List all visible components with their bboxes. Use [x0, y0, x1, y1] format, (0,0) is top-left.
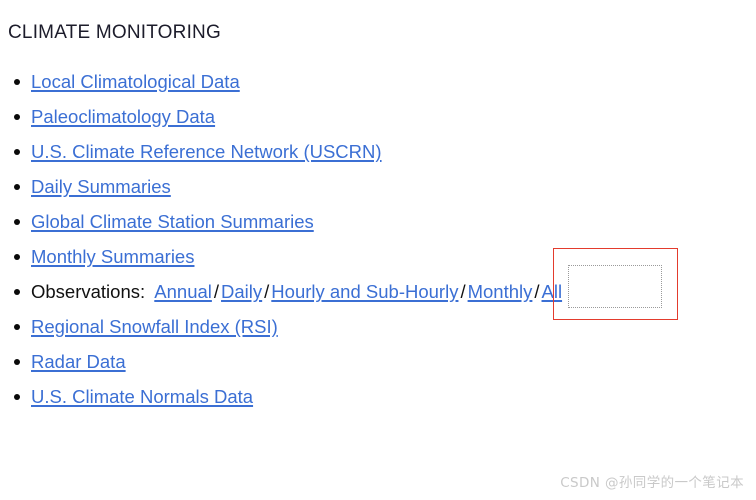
link-us-climate-reference-network[interactable]: U.S. Climate Reference Network (USCRN): [31, 141, 382, 162]
list-item: Global Climate Station Summaries: [0, 204, 756, 239]
link-us-climate-normals-data[interactable]: U.S. Climate Normals Data: [31, 386, 253, 407]
link-observations-daily[interactable]: Daily: [221, 281, 262, 302]
separator-slash: /: [213, 281, 220, 302]
list-item: Paleoclimatology Data: [0, 99, 756, 134]
bullet-icon: [14, 324, 20, 330]
link-monthly-summaries[interactable]: Monthly Summaries: [31, 246, 194, 267]
separator-slash: /: [264, 281, 270, 302]
bullet-icon: [14, 219, 20, 225]
link-observations-hourly-and-sub-hourly[interactable]: Hourly and Sub-Hourly: [271, 281, 458, 302]
list-item: Regional Snowfall Index (RSI): [0, 309, 756, 344]
link-observations-all[interactable]: All: [542, 281, 563, 302]
bullet-icon: [14, 184, 20, 190]
list-item: Local Climatological Data: [0, 64, 756, 99]
bullet-icon: [14, 79, 20, 85]
link-radar-data[interactable]: Radar Data: [31, 351, 126, 372]
link-observations-monthly[interactable]: Monthly: [468, 281, 533, 302]
list-item: Monthly Summaries: [0, 239, 756, 274]
separator-slash: /: [460, 281, 466, 302]
list-item: U.S. Climate Reference Network (USCRN): [0, 134, 756, 169]
climate-monitoring-page: CLIMATE MONITORING Local Climatological …: [0, 0, 756, 500]
csdn-watermark: CSDN @孙同学的一个笔记本: [560, 475, 744, 491]
bullet-icon: [14, 114, 20, 120]
link-global-climate-station-summaries[interactable]: Global Climate Station Summaries: [31, 211, 314, 232]
list-item-observations: Observations: Annual / Daily / Hourly and Su…: [0, 274, 756, 309]
link-daily-summaries[interactable]: Daily Summaries: [31, 176, 171, 197]
list-item: Radar Data: [0, 344, 756, 379]
list-item: U.S. Climate Normals Data: [0, 379, 756, 414]
climate-data-link-list: Local Climatological Data Paleoclimatolo…: [0, 64, 756, 414]
bullet-icon: [14, 394, 20, 400]
link-observations-annual[interactable]: Annual: [154, 281, 212, 302]
bullet-icon: [14, 254, 20, 260]
observations-line: Observations: Annual / Daily / Hourly and Su…: [31, 274, 656, 309]
list-item: Daily Summaries: [0, 169, 756, 204]
observations-label: Observations:: [31, 281, 146, 302]
bullet-icon: [14, 149, 20, 155]
bullet-icon: [14, 359, 20, 365]
link-paleoclimatology-data[interactable]: Paleoclimatology Data: [31, 106, 215, 127]
link-regional-snowfall-index[interactable]: Regional Snowfall Index (RSI): [31, 316, 278, 337]
link-local-climatological-data[interactable]: Local Climatological Data: [31, 71, 240, 92]
separator-slash: /: [534, 281, 540, 302]
separator-space: [145, 281, 154, 302]
bullet-icon: [14, 289, 20, 295]
page-title: CLIMATE MONITORING: [8, 22, 221, 43]
